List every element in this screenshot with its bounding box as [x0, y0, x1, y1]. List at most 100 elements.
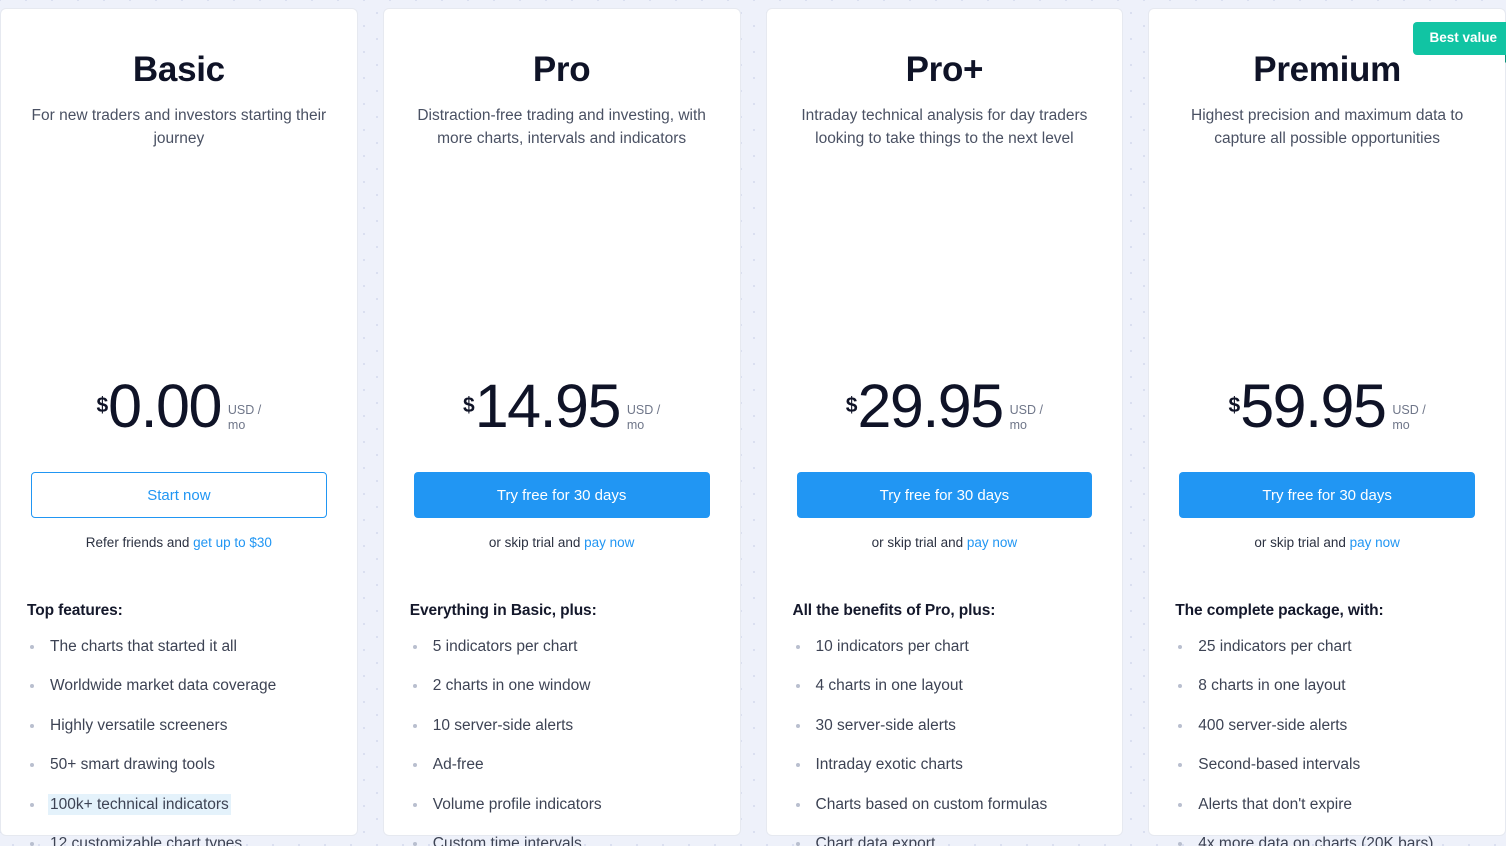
pricing-card-pro-plus: Pro+ Intraday technical analysis for day … [765, 8, 1124, 846]
features-title: Everything in Basic, plus: [409, 602, 597, 619]
cta-button-premium[interactable]: Try free for 30 days [1179, 472, 1475, 518]
feature-item: Volume profile indicators [410, 795, 714, 816]
price-block: $14.95 USD / mo [463, 352, 660, 472]
bullet-dot-icon [795, 802, 800, 807]
price-block: $29.95 USD / mo [846, 352, 1043, 472]
sub-note-link[interactable]: pay now [584, 535, 634, 550]
bullet-dot-icon [412, 842, 417, 846]
bullet-dot-icon [1178, 763, 1183, 768]
cta-sub-note: or skip trial and pay now [414, 535, 710, 550]
best-value-badge-label: Best value [1429, 30, 1497, 45]
sub-note-prefix: or skip trial and [1254, 535, 1350, 550]
features-title: The complete package, with: [1175, 602, 1384, 619]
currency-symbol: $ [96, 394, 109, 417]
plan-description: Distraction-free trading and investing, … [417, 106, 706, 148]
sub-note-prefix: Refer friends and [85, 535, 194, 550]
bullet-dot-icon [1178, 802, 1183, 807]
plan-name: Pro [532, 50, 591, 89]
card-header-pro: Pro Distraction-free trading and investin… [384, 9, 740, 472]
feature-label: 50+ smart drawing tools [50, 756, 215, 774]
feature-item: The charts that started it all [27, 637, 331, 658]
plan-name: Premium [1253, 50, 1401, 89]
cta-button-pro-plus[interactable]: Try free for 30 days [796, 472, 1093, 518]
bullet-dot-icon [30, 645, 34, 649]
sub-note-link[interactable]: pay now [967, 535, 1017, 550]
bullet-dot-icon [1178, 723, 1183, 728]
plan-name: Pro+ [905, 50, 984, 89]
cta-zone-pro-plus: Try free for 30 days or skip trial and pa… [767, 472, 1123, 550]
price-amount: 59.95 [1240, 372, 1387, 440]
price-period: USD / mo [626, 403, 661, 432]
cta-button-basic[interactable]: Start now [31, 472, 327, 518]
feature-label: Worldwide market data coverage [50, 677, 277, 695]
feature-label: 100k+ technical indicators [50, 795, 229, 813]
best-value-badge: Best value [1413, 22, 1506, 63]
feature-label: 10 server-side alerts [432, 716, 574, 734]
bullet-dot-icon [412, 763, 417, 768]
feature-label: 12 customizable chart types [50, 835, 243, 846]
feature-item: 30 server-side alerts [793, 716, 1097, 737]
feature-label: Ad-free [432, 756, 484, 774]
feature-label: Custom time intervals [432, 835, 582, 846]
plan-description: Intraday technical analysis for day trad… [801, 106, 1088, 148]
feature-item: 4x more data on charts (20K bars) [1175, 834, 1479, 846]
feature-label: Charts based on custom formulas [815, 795, 1048, 813]
feature-item: Worldwide market data coverage [27, 676, 331, 697]
features-list: The charts that started it all Worldwide … [27, 637, 331, 846]
sub-note-prefix: or skip trial and [488, 535, 585, 550]
feature-item: Second-based intervals [1175, 755, 1479, 776]
bullet-dot-icon [30, 842, 34, 846]
feature-label: Alerts that don't expire [1198, 795, 1352, 813]
card-header-pro-plus: Pro+ Intraday technical analysis for day … [767, 9, 1123, 472]
bullet-dot-icon [412, 645, 417, 649]
feature-label: Chart data export [815, 835, 936, 846]
plan-description: Highest precision and maximum data to ca… [1191, 106, 1464, 148]
pricing-card-premium: Best value Premium Highest precision and m… [1148, 8, 1506, 846]
sub-note-link[interactable]: get up to $30 [193, 535, 272, 550]
cta-sub-note: Refer friends and get up to $30 [31, 535, 327, 550]
feature-item: Intraday exotic charts [793, 755, 1097, 776]
feature-item: 25 indicators per chart [1175, 637, 1479, 658]
price-amount: 29.95 [857, 372, 1004, 440]
feature-label: The charts that started it all [50, 638, 237, 655]
feature-item: 4 charts in one layout [793, 676, 1097, 697]
feature-label: 30 server-side alerts [815, 716, 956, 734]
feature-label: 8 charts in one layout [1198, 677, 1346, 695]
feature-label: 400 server-side alerts [1198, 716, 1348, 734]
cta-zone-premium: Try free for 30 days or skip trial and pa… [1149, 472, 1505, 550]
feature-item: Alerts that don't expire [1175, 795, 1479, 816]
cta-button-pro[interactable]: Try free for 30 days [413, 472, 710, 518]
bullet-dot-icon [795, 842, 800, 846]
feature-label: 4 charts in one layout [815, 677, 963, 695]
feature-label: 25 indicators per chart [1198, 638, 1352, 655]
feature-label: 2 charts in one window [432, 677, 591, 695]
currency-symbol: $ [463, 394, 475, 417]
feature-item: 10 indicators per chart [793, 637, 1097, 658]
price-period: USD / mo [1009, 403, 1043, 432]
pricing-card-pro: Pro Distraction-free trading and investin… [382, 8, 741, 846]
currency-symbol: $ [845, 394, 858, 417]
bullet-dot-icon [795, 684, 800, 689]
feature-item: 8 charts in one layout [1175, 676, 1479, 697]
cta-zone-pro: Try free for 30 days or skip trial and pa… [384, 472, 740, 550]
feature-label: 10 indicators per chart [815, 638, 969, 655]
features-section-premium: The complete package, with: 25 indicators… [1149, 576, 1505, 846]
price-amount: 0.00 [108, 372, 222, 440]
bullet-dot-icon [30, 802, 34, 807]
price-block: $59.95 USD / mo [1229, 352, 1426, 472]
sub-note-link[interactable]: pay now [1350, 535, 1400, 550]
price-period: USD / mo [1392, 403, 1426, 432]
bullet-dot-icon [412, 723, 417, 728]
cta-zone-basic: Start now Refer friends and get up to $30 [1, 472, 357, 550]
bullet-dot-icon [1178, 684, 1183, 689]
features-section-pro-plus: All the benefits of Pro, plus: 10 indicat… [767, 576, 1123, 846]
features-list: 10 indicators per chart 4 charts in one l… [793, 637, 1097, 846]
feature-item: Custom time intervals [410, 834, 714, 846]
feature-label: Intraday exotic charts [815, 756, 963, 774]
bullet-dot-icon [412, 802, 417, 807]
feature-item: 10 server-side alerts [410, 716, 714, 737]
features-title: Top features: [27, 602, 123, 619]
bullet-dot-icon [412, 684, 417, 689]
features-section-basic: Top features: The charts that started it … [1, 576, 357, 846]
card-header-basic: Basic For new traders and investors start… [1, 9, 357, 472]
